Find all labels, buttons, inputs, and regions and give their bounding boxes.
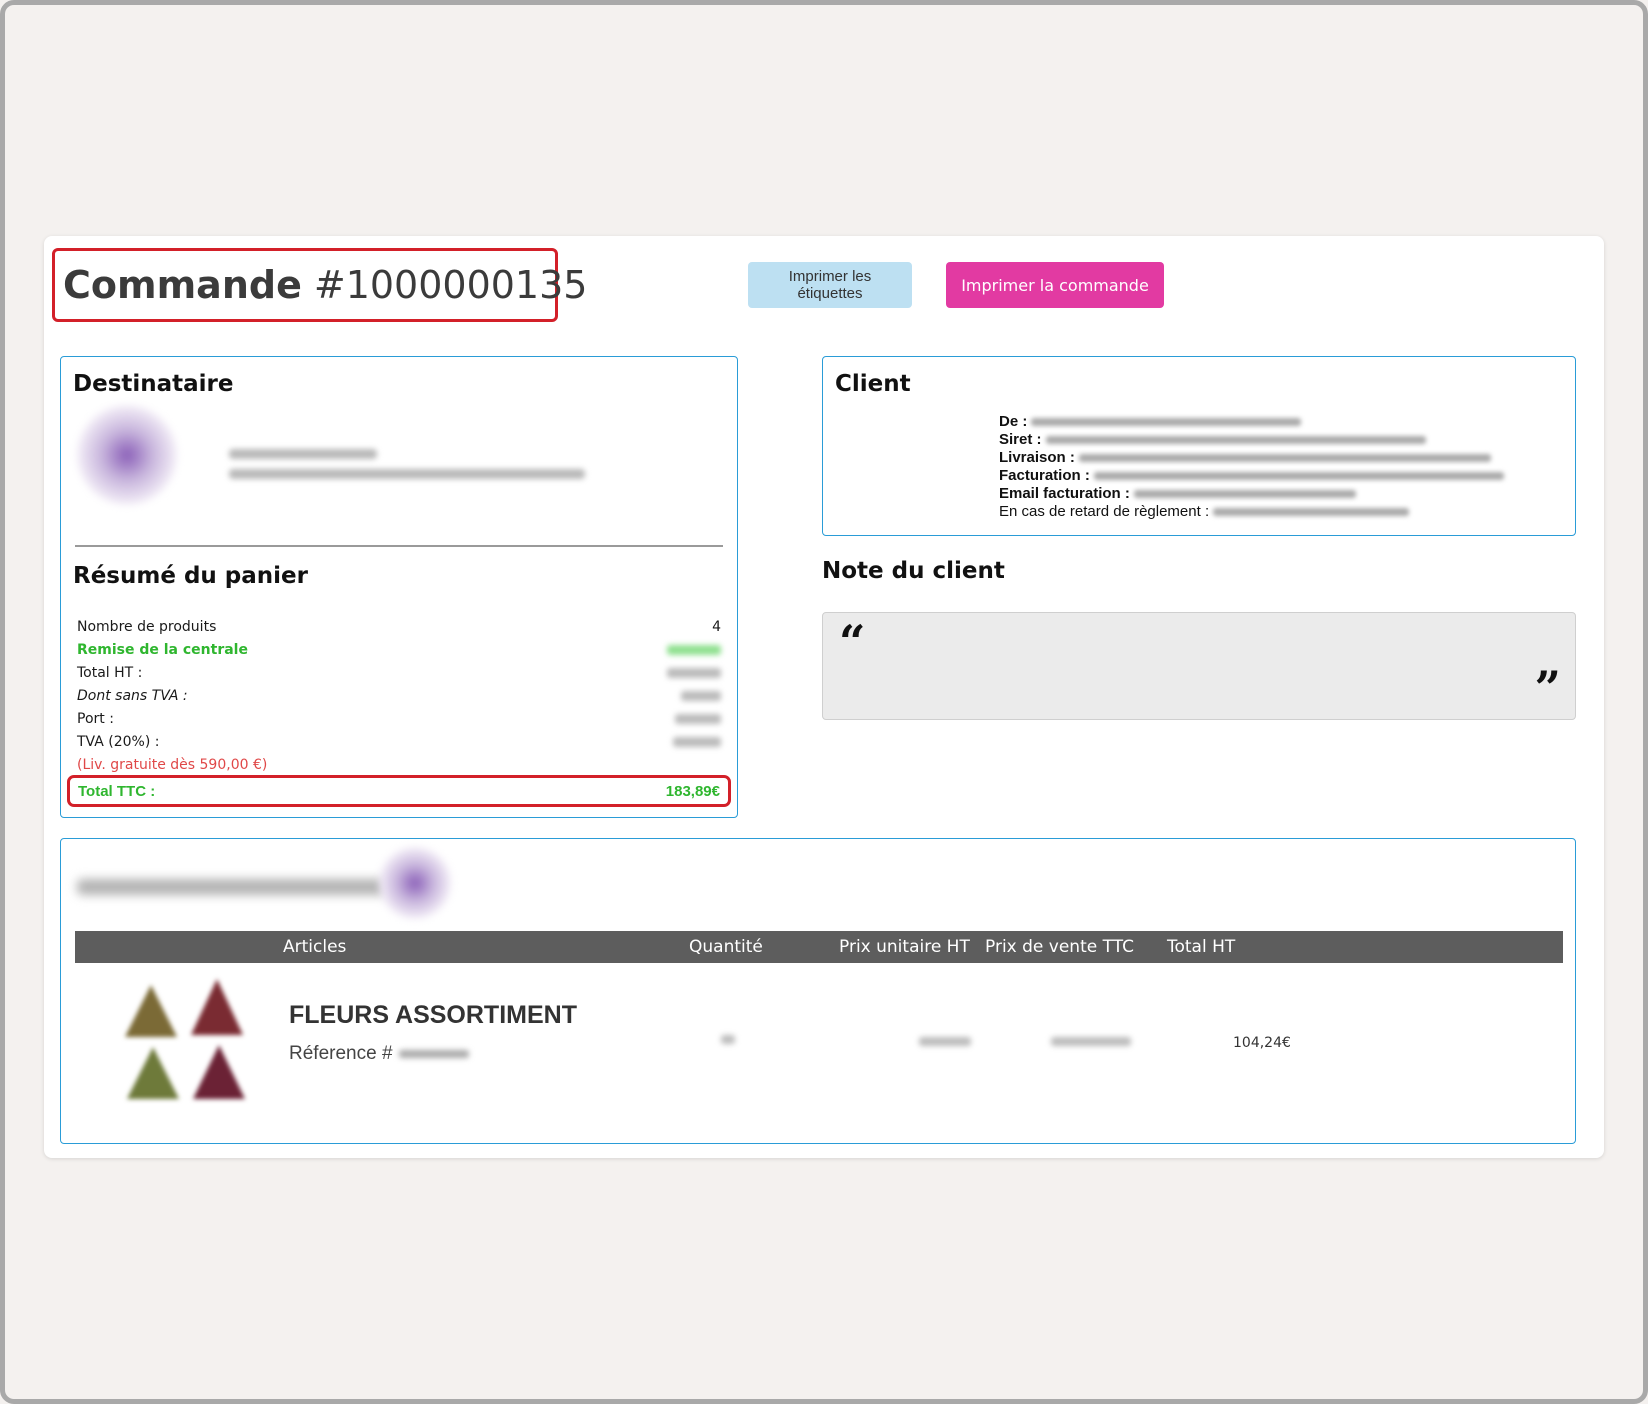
blurred-value (681, 690, 721, 701)
summary-row-discount: Remise de la centrale (77, 638, 721, 661)
client-note-heading: Note du client (822, 558, 1005, 584)
total-ttc-value: 183,89€ (665, 782, 720, 800)
client-field-siret: Siret : (999, 431, 1504, 449)
col-total-ht: Total HT (1167, 937, 1236, 957)
summary-row-shipping: Port : (77, 707, 721, 730)
product-name: FLEURS ASSORTIMENT (289, 1001, 577, 1029)
supplier-logo (379, 847, 451, 919)
summary-row-without-vat: Dont sans TVA : (77, 684, 721, 707)
order-card: Commande #1000000135 Imprimer les étique… (44, 236, 1604, 1158)
summary-row-product-count: Nombre de produits 4 (77, 618, 721, 635)
supplier-name-blurred (77, 879, 387, 895)
client-field-late-payment: En cas de retard de règlement : (999, 503, 1504, 521)
client-box: Client De : Siret : Livraison : Facturat… (822, 356, 1576, 536)
print-order-button[interactable]: Imprimer la commande (946, 262, 1164, 308)
summary-row-vat: TVA (20%) : (77, 730, 721, 753)
client-fields: De : Siret : Livraison : Facturation : E… (999, 413, 1504, 521)
product-total-ht: 104,24€ (1233, 1035, 1291, 1051)
product-image (125, 979, 259, 1109)
blurred-value (673, 736, 721, 747)
recipient-logo (77, 405, 177, 505)
cart-summary-heading: Résumé du panier (73, 563, 308, 589)
summary-row-total-ht: Total HT : (77, 661, 721, 684)
product-reference: Réference # (289, 1043, 469, 1065)
recipient-address-blurred (229, 469, 585, 479)
col-quantity: Quantité (689, 937, 763, 957)
page-title: Commande #1000000135 (52, 248, 587, 322)
order-number: #1000000135 (313, 263, 588, 307)
client-field-billing: Facturation : (999, 467, 1504, 485)
products-box: Articles Quantité Prix unitaire HT Prix … (60, 838, 1576, 1144)
summary-row-free-shipping-note: (Liv. gratuite dès 590,00 €) (77, 756, 268, 773)
open-quote-icon: “ (839, 615, 866, 669)
unit-price-blurred (919, 1037, 971, 1046)
products-table-header: Articles Quantité Prix unitaire HT Prix … (75, 931, 1563, 963)
cart-summary-list: Nombre de produits 4 Remise de la centra… (77, 615, 721, 776)
sale-price-blurred (1051, 1037, 1131, 1046)
col-articles: Articles (283, 937, 347, 957)
client-note-box: “ ” (822, 612, 1576, 720)
client-heading: Client (835, 371, 911, 397)
total-ttc-label: Total TTC : (78, 782, 156, 800)
client-field-from: De : (999, 413, 1504, 431)
print-labels-button[interactable]: Imprimer les étiquettes (748, 262, 912, 308)
client-field-delivery: Livraison : (999, 449, 1504, 467)
order-title-label: Commande (63, 263, 302, 307)
total-ttc-row: Total TTC : 183,89€ (67, 775, 731, 807)
recipient-name-blurred (229, 449, 377, 459)
client-field-billing-email: Email facturation : (999, 485, 1504, 503)
recipient-heading: Destinataire (73, 371, 234, 397)
col-unit-price-ht: Prix unitaire HT (839, 937, 970, 957)
close-quote-icon: ” (1534, 661, 1561, 715)
blurred-value (667, 667, 721, 678)
recipient-box: Destinataire Résumé du panier Nombre de … (60, 356, 738, 818)
blurred-value (667, 644, 721, 655)
blurred-value (675, 713, 721, 724)
col-sale-price-ttc: Prix de vente TTC (985, 937, 1134, 957)
quantity-blurred (721, 1035, 735, 1044)
divider (75, 545, 723, 547)
